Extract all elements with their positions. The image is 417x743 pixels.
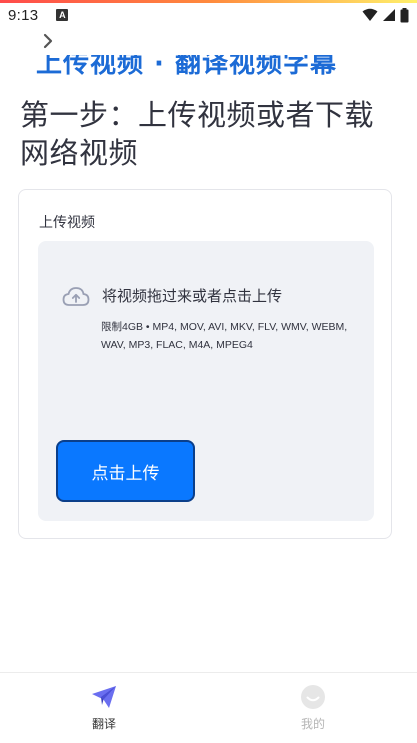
partial-header-text: 上传视频 · 翻译视频字幕 — [36, 55, 336, 75]
cloud-upload-icon — [62, 287, 90, 306]
step-title: 第一步：上传视频或者下载网络视频 — [20, 98, 375, 170]
nav-item-mine[interactable]: 我的 — [273, 683, 353, 732]
notification-badge: A — [56, 9, 69, 21]
partial-header: 上传视频 · 翻译视频字幕 — [36, 55, 336, 75]
signal-icon — [383, 9, 395, 21]
file-limit-text: 限制4GB • MP4, MOV, AVI, MKV, FLV, WMV, WE… — [101, 321, 348, 351]
upload-label: 上传视频 — [39, 215, 95, 231]
app-screen: 9:13 A 上传视频 · 翻译视频字幕 第一步：上传视频或者下载网络视频 上传… — [0, 0, 417, 743]
smiley-face-icon — [301, 685, 325, 709]
nav-label-translate: 翻译 — [91, 717, 116, 731]
chevron-right-icon[interactable] — [38, 30, 60, 52]
nav-label-mine: 我的 — [300, 717, 325, 731]
battery-icon — [400, 7, 409, 22]
bottom-nav: 翻译 我的 — [0, 672, 417, 743]
status-icons — [362, 7, 409, 23]
status-time: 9:13 — [8, 6, 39, 24]
dropzone-instructions: 将视频拖过来或者点击上传 — [102, 287, 283, 305]
upload-card: 上传视频 将视频拖过来或者点击上传 限制4GB • MP4, MOV, AVI,… — [18, 189, 392, 539]
file-dropzone[interactable]: 将视频拖过来或者点击上传 限制4GB • MP4, MOV, AVI, MKV,… — [38, 241, 374, 521]
nav-item-translate[interactable]: 翻译 — [64, 683, 144, 732]
paper-plane-icon — [92, 686, 116, 708]
upload-button[interactable]: 点击上传 — [56, 440, 195, 502]
wifi-icon — [362, 8, 378, 21]
status-bar: 9:13 A — [0, 3, 417, 27]
